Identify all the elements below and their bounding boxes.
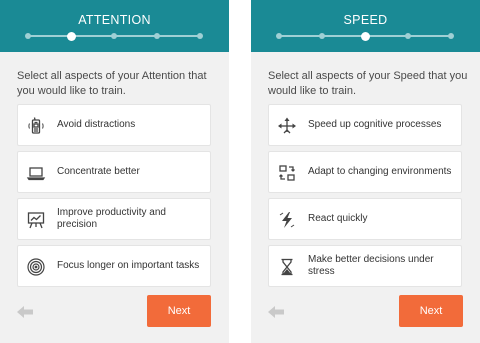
progress-track [25,31,203,41]
progress-dot [405,33,411,39]
progress-dot [111,33,117,39]
laptop-icon [26,163,46,183]
option-label: Concentrate better [57,165,140,177]
option-react-quickly[interactable]: React quickly [268,198,462,240]
option-speed-up-cognitive[interactable]: Speed up cognitive processes [268,104,462,146]
header-bar: ATTENTION [0,0,229,52]
expand-arrows-icon [277,116,297,136]
option-label: Speed up cognitive processes [308,118,442,130]
target-icon [26,257,46,277]
attention-screen: ATTENTION Select all aspects of your Att… [0,0,229,343]
next-button[interactable]: Next [147,295,211,327]
progress-dot [197,33,203,39]
option-label: Make better decisions under stress [308,253,434,278]
progress-dot [154,33,160,39]
option-label: Adapt to changing environments [308,165,452,177]
progress-track [276,31,454,41]
phone-icon [26,116,46,136]
screen-title: ATTENTION [78,13,151,27]
screen-title: SPEED [343,13,388,27]
option-avoid-distractions[interactable]: Avoid distractions [17,104,211,146]
option-improve-productivity[interactable]: Improve productivity and precision [17,198,211,240]
option-concentrate-better[interactable]: Concentrate better [17,151,211,193]
progress-dot-current [66,31,76,41]
back-arrow-icon[interactable] [16,304,34,320]
option-better-decisions[interactable]: Make better decisions under stress [268,245,462,287]
progress-dot [448,33,454,39]
progress-dot [276,33,282,39]
speed-screen: SPEED Select all aspects of your Speed t… [251,0,480,343]
progress-dot [25,33,31,39]
option-adapt-environments[interactable]: Adapt to changing environments [268,151,462,193]
option-focus-longer[interactable]: Focus longer on important tasks [17,245,211,287]
header-bar: SPEED [251,0,480,52]
progress-dot [319,33,325,39]
option-label: Focus longer on important tasks [57,259,200,271]
instruction-text: Select all aspects of your Speed that yo… [268,70,468,97]
lightning-icon [277,210,297,230]
presentation-chart-icon [26,210,46,230]
option-label: Improve productivity and precision [57,206,166,231]
switch-arrows-icon [277,163,297,183]
option-label: Avoid distractions [57,118,136,130]
progress-dot-current [360,31,370,41]
hourglass-icon [277,257,297,277]
next-button[interactable]: Next [399,295,463,327]
option-label: React quickly [308,212,368,224]
instruction-text: Select all aspects of your Attention tha… [17,70,207,97]
back-arrow-icon[interactable] [267,304,285,320]
